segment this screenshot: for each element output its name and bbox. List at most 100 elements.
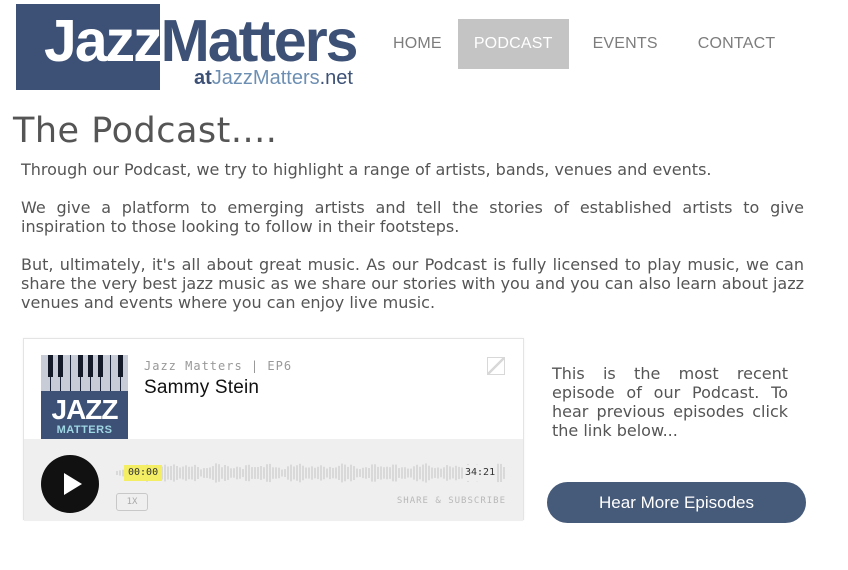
waveform-bar <box>200 469 202 477</box>
intro-paragraph: Through our Podcast, we try to highlight… <box>21 160 712 179</box>
nav-podcast[interactable]: PODCAST <box>457 19 569 69</box>
waveform-bar <box>260 466 262 480</box>
logo-sub-site: JazzMatters <box>211 67 320 89</box>
waveform-bar <box>206 468 208 478</box>
waveform-bar <box>272 467 274 479</box>
waveform-bar <box>377 466 379 479</box>
player-controls: 00:00 34:21 1X SHARE & SUBSCRIBE <box>24 439 523 521</box>
waveform-bar <box>365 467 367 479</box>
logo-word-part1: Jazz <box>44 8 163 74</box>
waveform-bar <box>437 467 439 479</box>
waveform-bar <box>221 467 223 479</box>
waveform-bar <box>203 468 205 478</box>
site-logo[interactable]: JazzMatters atJazzMatters.net <box>16 4 362 100</box>
page-title: The Podcast.... <box>13 111 278 151</box>
waveform-bar <box>431 467 433 479</box>
waveform-bar <box>398 468 400 478</box>
waveform-bar <box>290 464 292 482</box>
waveform-bar <box>308 467 310 479</box>
waveform-bar <box>116 471 118 475</box>
waveform-bar <box>305 467 307 479</box>
waveform-bar <box>287 466 289 480</box>
waveform-bar <box>179 467 181 479</box>
waveform-bar <box>266 464 268 482</box>
waveform-bar <box>242 469 244 478</box>
waveform-bar <box>164 464 166 482</box>
waveform-bar <box>209 467 211 479</box>
waveform-bar <box>215 463 217 483</box>
logo-subtitle: atJazzMatters.net <box>194 66 353 90</box>
waveform-bar <box>323 466 325 480</box>
waveform-bar <box>167 466 169 480</box>
waveform-bar <box>386 466 388 480</box>
waveform-bar <box>185 465 187 481</box>
main-nav: HOME PODCAST EVENTS CONTACT <box>377 19 791 69</box>
waveform-bar <box>194 464 196 482</box>
waveform-bar <box>434 468 436 478</box>
waveform-bar <box>449 466 451 480</box>
waveform-bar <box>401 467 403 479</box>
waveform-bar <box>440 468 442 478</box>
waveform-bar <box>353 466 355 480</box>
waveform-bar <box>296 465 298 481</box>
expand-icon[interactable] <box>487 357 505 375</box>
waveform-bar <box>392 464 394 482</box>
waveform-bar <box>452 467 454 479</box>
nav-contact[interactable]: CONTACT <box>682 19 792 69</box>
hear-more-episodes-button[interactable]: Hear More Episodes <box>547 482 806 523</box>
piano-keys-graphic <box>41 355 128 391</box>
waveform-bar <box>329 466 331 480</box>
waveform-bar <box>263 467 265 479</box>
waveform-bar <box>314 467 316 479</box>
waveform-bar <box>368 468 370 478</box>
waveform-bar <box>341 463 343 483</box>
waveform-bar <box>269 463 271 483</box>
episode-cover-art: JAZZ MATTERS <box>41 355 128 441</box>
waveform-bar <box>374 464 376 482</box>
logo-sub-at: at <box>194 67 212 89</box>
episode-title[interactable]: Sammy Stein <box>144 377 259 399</box>
waveform-bar <box>278 467 280 479</box>
waveform-bar <box>356 468 358 478</box>
waveform-bar <box>446 465 448 481</box>
waveform-bar <box>188 466 190 480</box>
waveform-bar <box>344 464 346 482</box>
waveform-bar <box>230 468 232 478</box>
waveform-bar <box>227 466 229 480</box>
waveform-bar <box>245 465 247 481</box>
waveform-bar <box>257 467 259 479</box>
waveform-bar <box>248 464 250 482</box>
waveform-bar <box>395 464 397 482</box>
waveform-bar <box>338 465 340 480</box>
waveform-bar <box>407 468 409 478</box>
share-subscribe-link[interactable]: SHARE & SUBSCRIBE <box>397 496 506 506</box>
waveform-scrubber[interactable] <box>116 456 506 490</box>
waveform-bar <box>410 468 412 478</box>
waveform-bar <box>284 469 286 477</box>
waveform-bar <box>497 463 499 483</box>
total-time: 34:21 <box>463 465 498 481</box>
waveform-bar <box>362 467 364 479</box>
play-button[interactable] <box>41 455 99 513</box>
waveform-bar <box>419 466 421 480</box>
waveform-bar <box>350 464 352 482</box>
waveform-bar <box>197 467 199 479</box>
waveform-bar <box>173 464 175 482</box>
podcast-player: JAZZ MATTERS Jazz Matters | EP6 Sammy St… <box>23 338 524 521</box>
waveform-bar <box>425 463 427 483</box>
nav-events[interactable]: EVENTS <box>577 19 674 69</box>
waveform-bar <box>233 468 235 478</box>
nav-home[interactable]: HOME <box>377 19 458 69</box>
playback-speed-button[interactable]: 1X <box>116 493 148 511</box>
waveform-bar <box>443 467 445 479</box>
waveform-bar <box>218 464 220 482</box>
waveform-bar <box>212 466 214 480</box>
waveform-bar <box>239 467 241 479</box>
logo-sub-tld: .net <box>319 67 353 89</box>
waveform-bar <box>455 465 457 481</box>
waveform-bar <box>320 465 322 481</box>
waveform-bar <box>332 467 334 479</box>
waveform-bar <box>293 466 295 480</box>
waveform-bar <box>347 466 349 480</box>
cover-title: JAZZ <box>51 394 119 425</box>
